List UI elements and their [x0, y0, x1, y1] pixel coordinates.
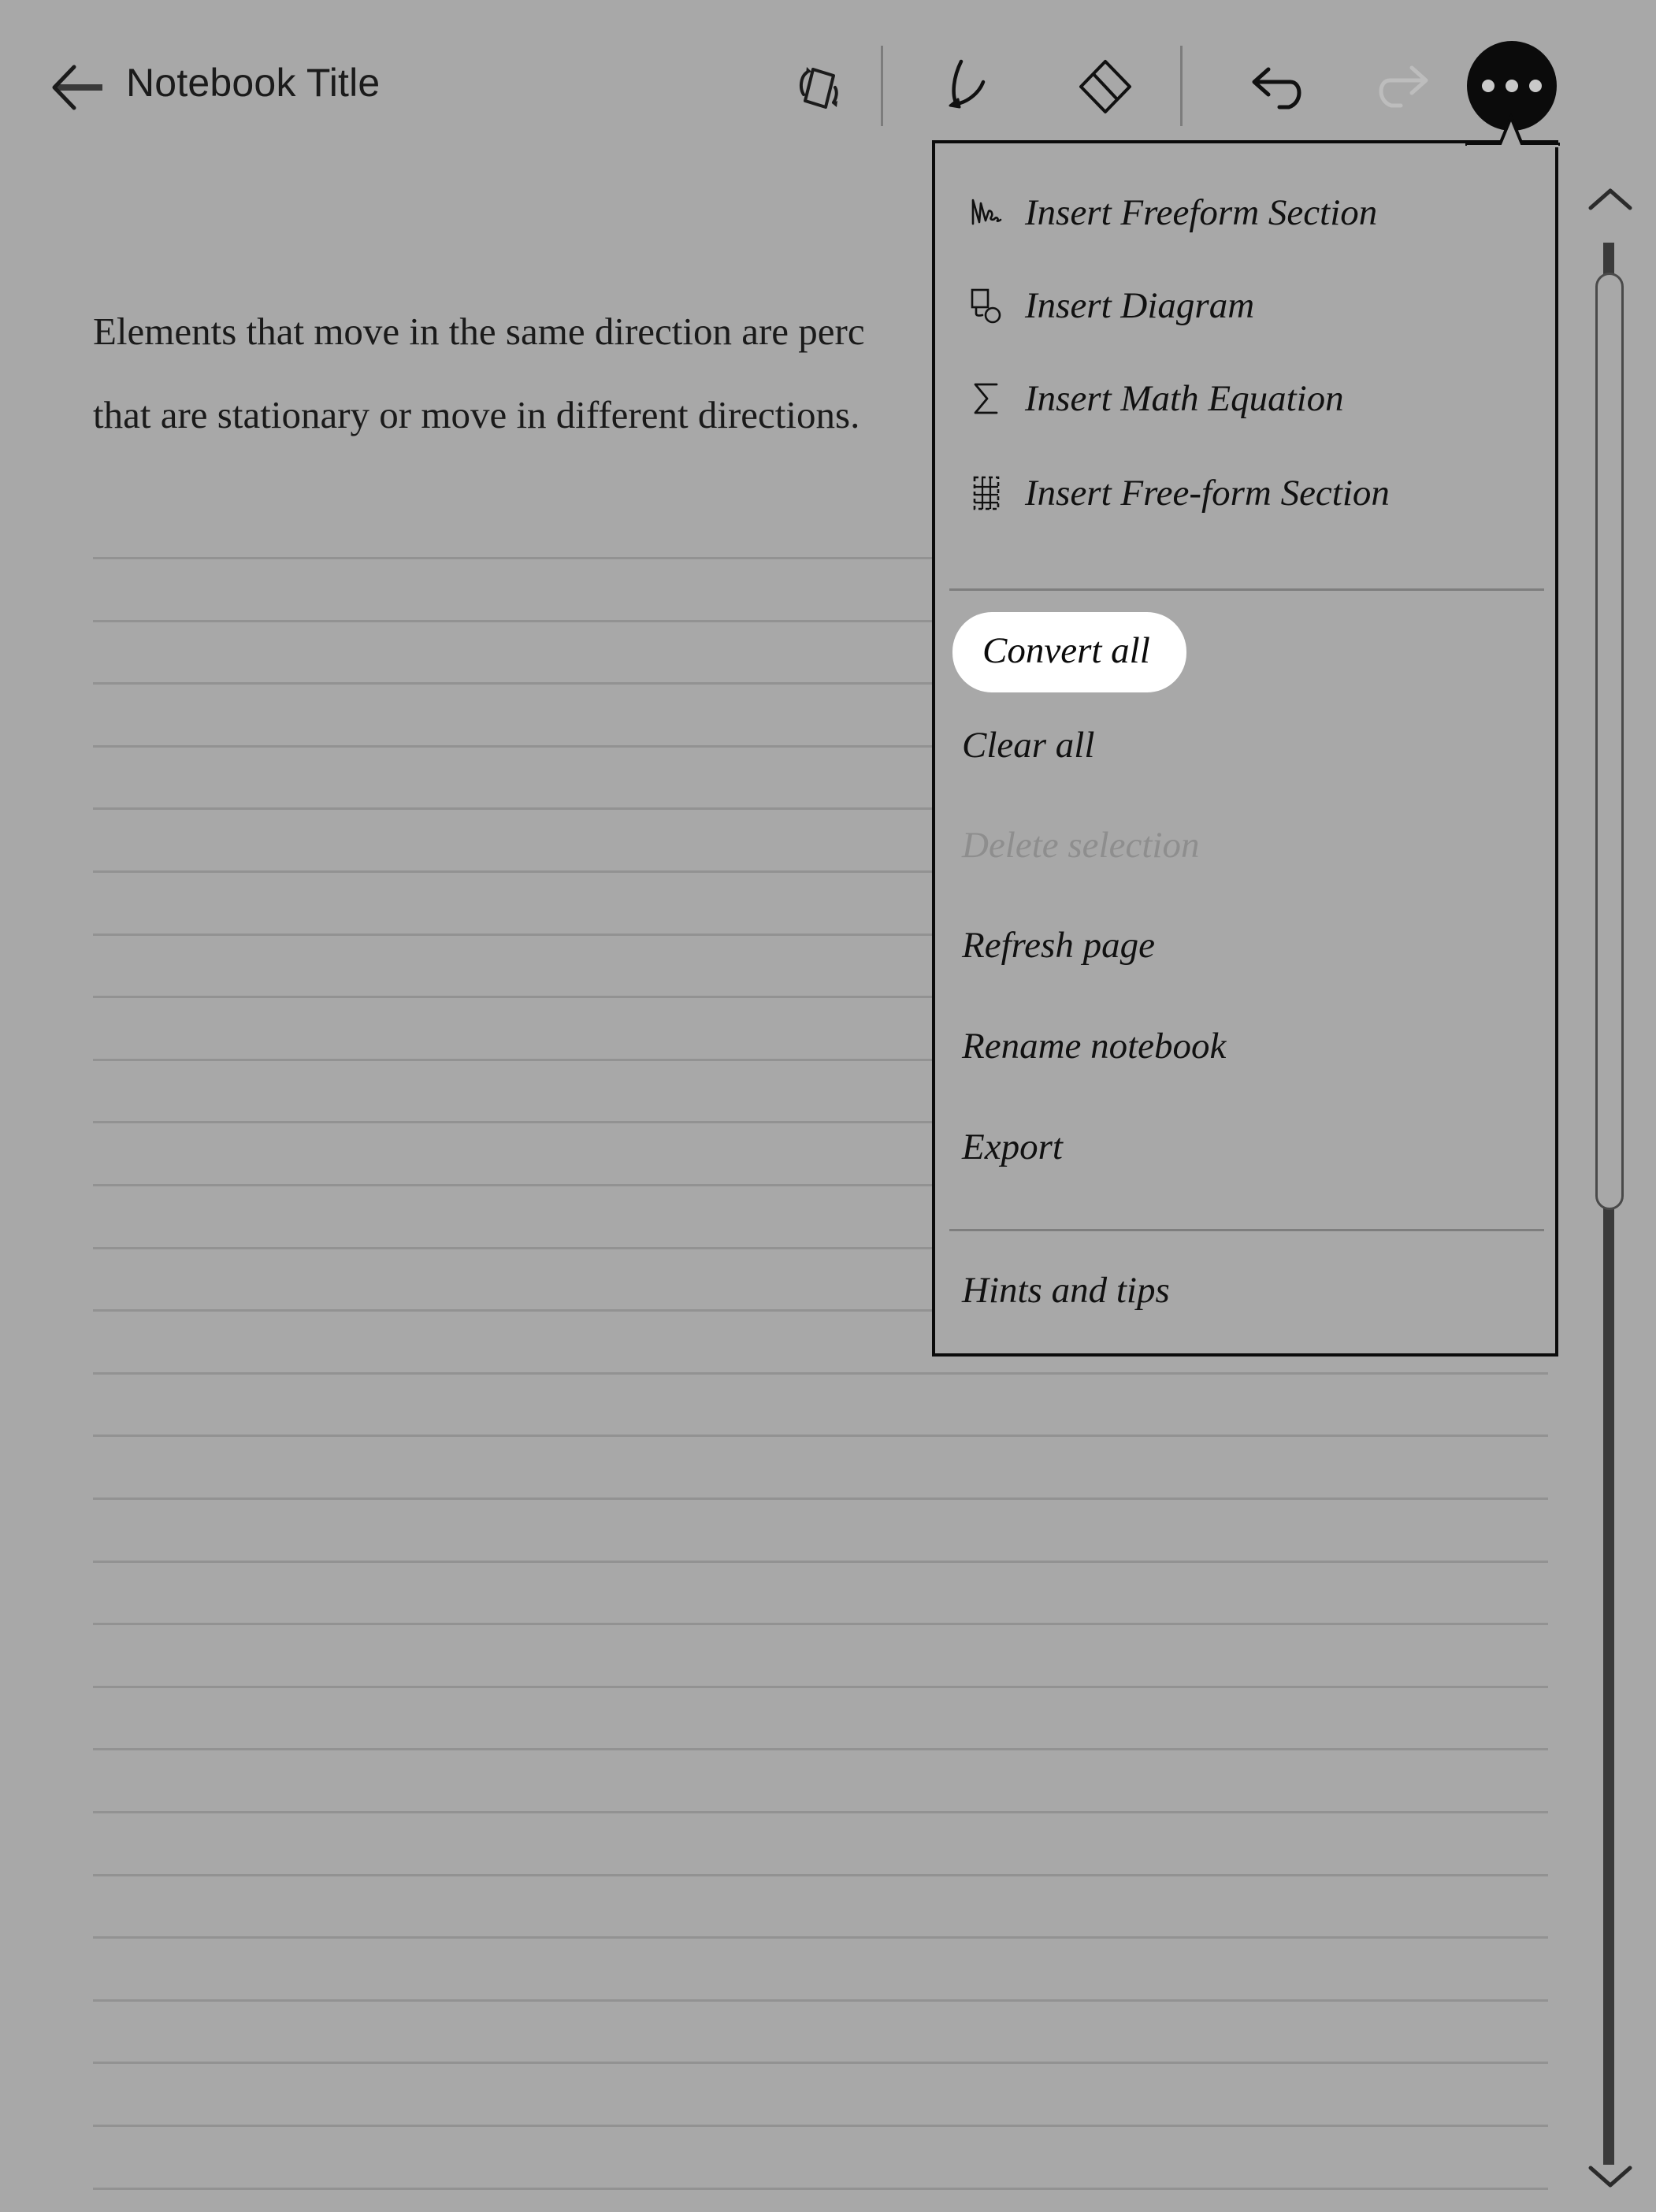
table-grid-icon: [949, 471, 1025, 515]
ruled-line: [93, 1121, 932, 1123]
menu-separator-2: [949, 1229, 1544, 1231]
ruled-line: [93, 1811, 1548, 1813]
body-text-line-1: Elements that move in the same direction…: [93, 310, 865, 353]
sigma-icon: [949, 377, 1025, 421]
menu-item-label: Rename notebook: [962, 1026, 1227, 1067]
freeform-scribble-icon: [949, 191, 1025, 235]
ruled-line: [93, 620, 932, 622]
menu-item-export[interactable]: Export: [935, 1111, 1558, 1183]
menu-item-label: Refresh page: [962, 925, 1155, 966]
ruled-line: [93, 1999, 1548, 2002]
ruled-line: [93, 1874, 1548, 1876]
redo-icon: [1379, 65, 1428, 108]
menu-item-insert-diagram[interactable]: Insert Diagram: [935, 269, 1558, 342]
menu-item-label: Insert Math Equation: [1025, 378, 1344, 419]
ruled-line: [93, 807, 932, 810]
notebook-app-screen: Notebook Title Elements that move in the…: [0, 0, 1656, 2212]
menu-item-insert-math-equation[interactable]: Insert Math Equation: [935, 362, 1558, 435]
ruled-line: [93, 745, 932, 748]
menu-item-label: Convert all: [952, 612, 1186, 692]
ruled-line: [93, 1561, 1548, 1563]
undo-icon: [1252, 67, 1301, 109]
menu-item-label: Clear all: [962, 725, 1095, 766]
ruled-line: [93, 1059, 932, 1061]
ruled-line: [93, 1498, 1548, 1500]
chevron-up-icon: [1588, 188, 1632, 210]
menu-item-insert-free-form-section[interactable]: Insert Free-form Section: [935, 457, 1558, 529]
ruled-line: [93, 1936, 1548, 1939]
undo-button[interactable]: [1245, 54, 1313, 121]
toolbar-divider-2: [1180, 46, 1183, 126]
ruled-line: [93, 1623, 1548, 1625]
page-body-text: Elements that move in the same direction…: [93, 290, 928, 457]
ruled-line: [93, 1748, 1548, 1750]
menu-item-hints-and-tips[interactable]: Hints and tips: [935, 1254, 1558, 1327]
scroll-up-button[interactable]: [1586, 181, 1635, 217]
ruled-line: [93, 1184, 932, 1186]
pen-button[interactable]: [944, 54, 1012, 121]
menu-item-label: Hints and tips: [962, 1270, 1170, 1311]
menu-item-label: Delete selection: [962, 825, 1200, 866]
body-text-line-2: that are stationary or move in different…: [93, 393, 860, 436]
more-options-icon: [1467, 41, 1557, 131]
page-rotate-button[interactable]: [785, 54, 852, 121]
menu-item-refresh-page[interactable]: Refresh page: [935, 909, 1558, 982]
menu-item-convert-all[interactable]: Convert all: [952, 612, 1576, 692]
back-button[interactable]: [50, 57, 112, 118]
ruled-line: [93, 1247, 932, 1249]
ruled-line: [93, 557, 932, 559]
ruled-line: [93, 1434, 1548, 1437]
page-title: Notebook Title: [126, 61, 381, 105]
more-dot-2: [1506, 80, 1518, 92]
ruled-line: [93, 682, 932, 685]
menu-item-label: Insert Free-form Section: [1025, 473, 1390, 514]
more-options-button[interactable]: [1467, 41, 1557, 131]
scroll-thumb[interactable]: [1595, 273, 1624, 1210]
more-dot-3: [1529, 80, 1542, 92]
ruled-line: [93, 996, 932, 998]
menu-item-delete-selection: Delete selection: [935, 809, 1558, 881]
arrow-left-icon: [52, 65, 102, 110]
vertical-scrollbar[interactable]: [1564, 172, 1656, 2212]
ruled-line: [93, 2062, 1548, 2064]
menu-item-rename-notebook[interactable]: Rename notebook: [935, 1010, 1558, 1082]
menu-item-label: Export: [962, 1126, 1063, 1167]
redo-button[interactable]: [1368, 54, 1435, 121]
more-options-menu: Insert Freeform Section Insert Diagram I…: [932, 140, 1558, 1357]
scroll-down-button[interactable]: [1586, 2158, 1635, 2195]
diagram-icon: [949, 284, 1025, 328]
toolbar-divider-1: [881, 46, 883, 126]
ruled-line: [93, 1686, 1548, 1688]
menu-item-insert-freeform-section[interactable]: Insert Freeform Section: [935, 176, 1558, 249]
ruled-line: [93, 2125, 1548, 2127]
ruled-line: [93, 933, 932, 936]
menu-item-label: Insert Diagram: [1025, 285, 1255, 326]
ruled-line: [93, 2188, 1548, 2190]
eraser-icon: [1079, 60, 1131, 113]
chevron-down-icon: [1588, 2166, 1632, 2188]
ruled-line: [93, 1372, 1548, 1375]
menu-separator-1: [949, 588, 1544, 591]
page-rotate-icon: [799, 67, 838, 109]
menu-item-label: Insert Freeform Section: [1025, 192, 1378, 233]
ruled-line: [93, 1309, 932, 1312]
eraser-button[interactable]: [1071, 54, 1139, 121]
more-dot-1: [1482, 80, 1494, 92]
ruled-line: [93, 870, 932, 873]
pen-icon: [949, 59, 986, 109]
menu-item-clear-all[interactable]: Clear all: [935, 709, 1558, 781]
